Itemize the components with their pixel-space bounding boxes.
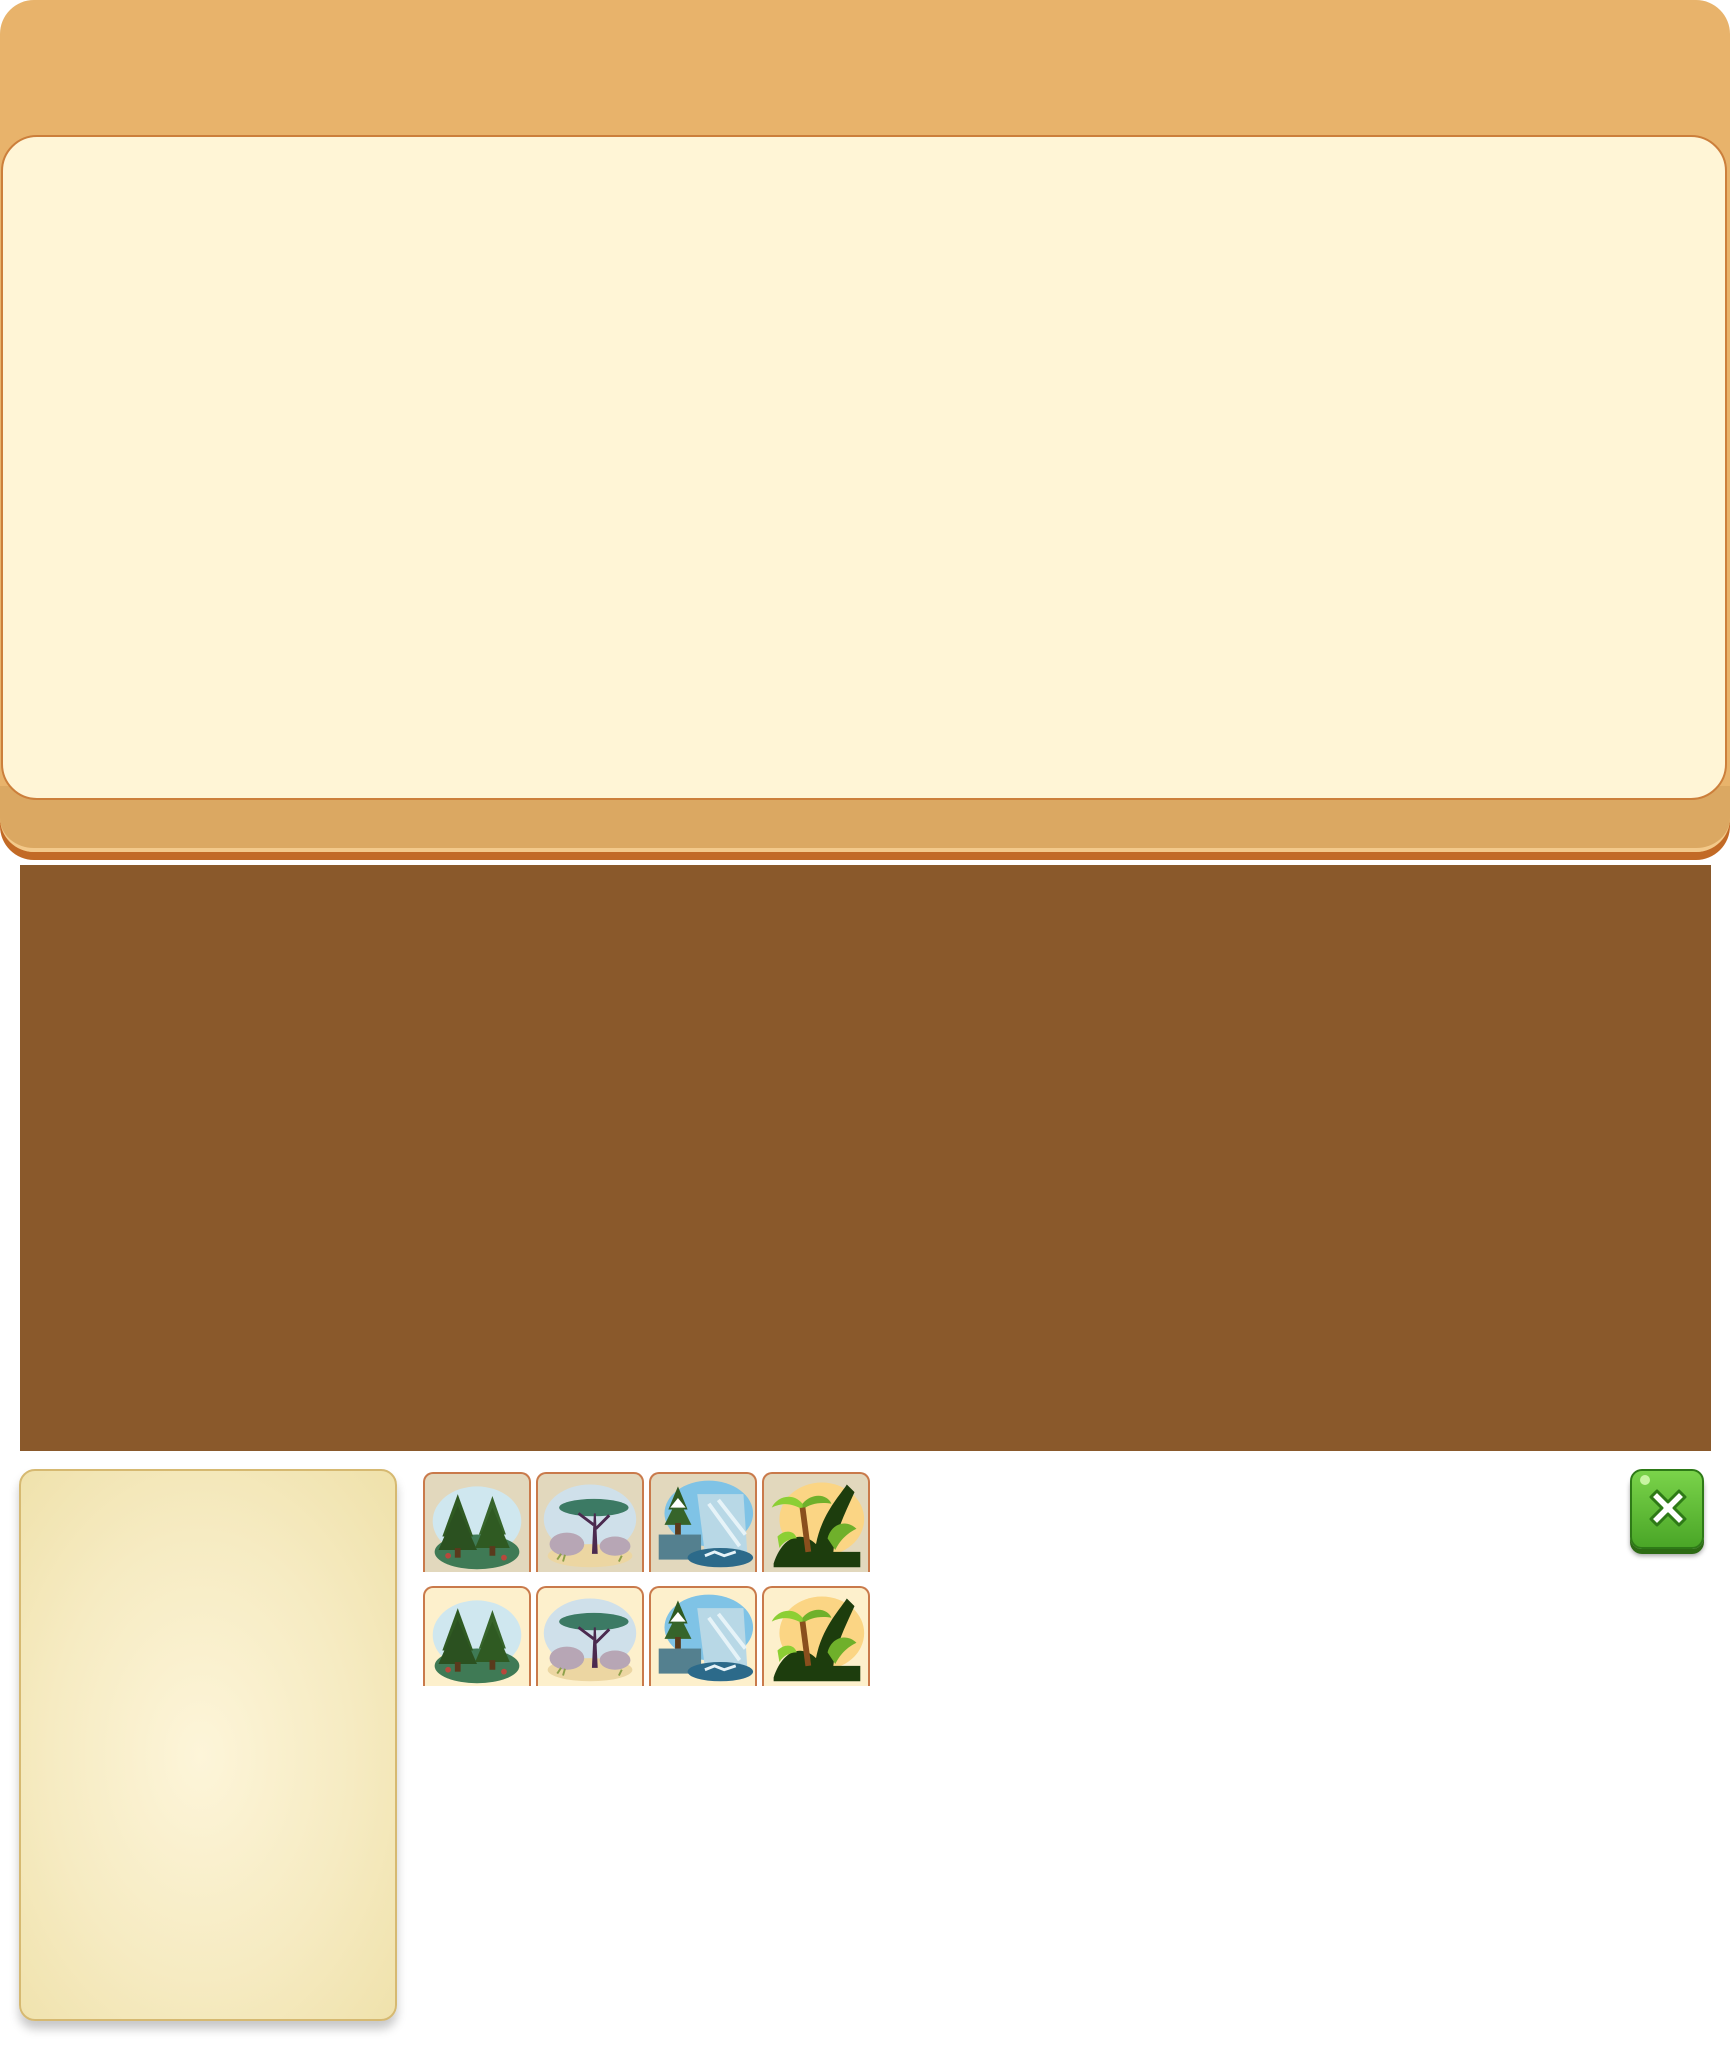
- savanna-icon: [538, 1588, 642, 1686]
- biome-tile-forest-disabled[interactable]: [423, 1472, 531, 1572]
- biome-tile-savanna-disabled[interactable]: [536, 1472, 644, 1572]
- top-panel: [0, 0, 1730, 852]
- close-icon: [1649, 1489, 1687, 1527]
- biome-tile-jungle[interactable]: [762, 1586, 870, 1686]
- biome-tile-forest[interactable]: [423, 1586, 531, 1686]
- jungle-icon: [764, 1588, 868, 1686]
- tundra-icon: [651, 1588, 755, 1686]
- brown-banner: [20, 865, 1711, 1451]
- savanna-icon: [538, 1474, 642, 1572]
- close-button[interactable]: [1630, 1469, 1704, 1549]
- pine-forest-icon: [425, 1474, 529, 1572]
- top-panel-content-area: [1, 135, 1727, 800]
- parchment-card: [19, 1469, 397, 2021]
- biome-tile-tundra[interactable]: [649, 1586, 757, 1686]
- biome-tile-tundra-disabled[interactable]: [649, 1472, 757, 1572]
- jungle-icon: [764, 1474, 868, 1572]
- biome-tile-jungle-disabled[interactable]: [762, 1472, 870, 1572]
- pine-forest-icon: [425, 1588, 529, 1686]
- tundra-icon: [651, 1474, 755, 1572]
- biome-tile-savanna[interactable]: [536, 1586, 644, 1686]
